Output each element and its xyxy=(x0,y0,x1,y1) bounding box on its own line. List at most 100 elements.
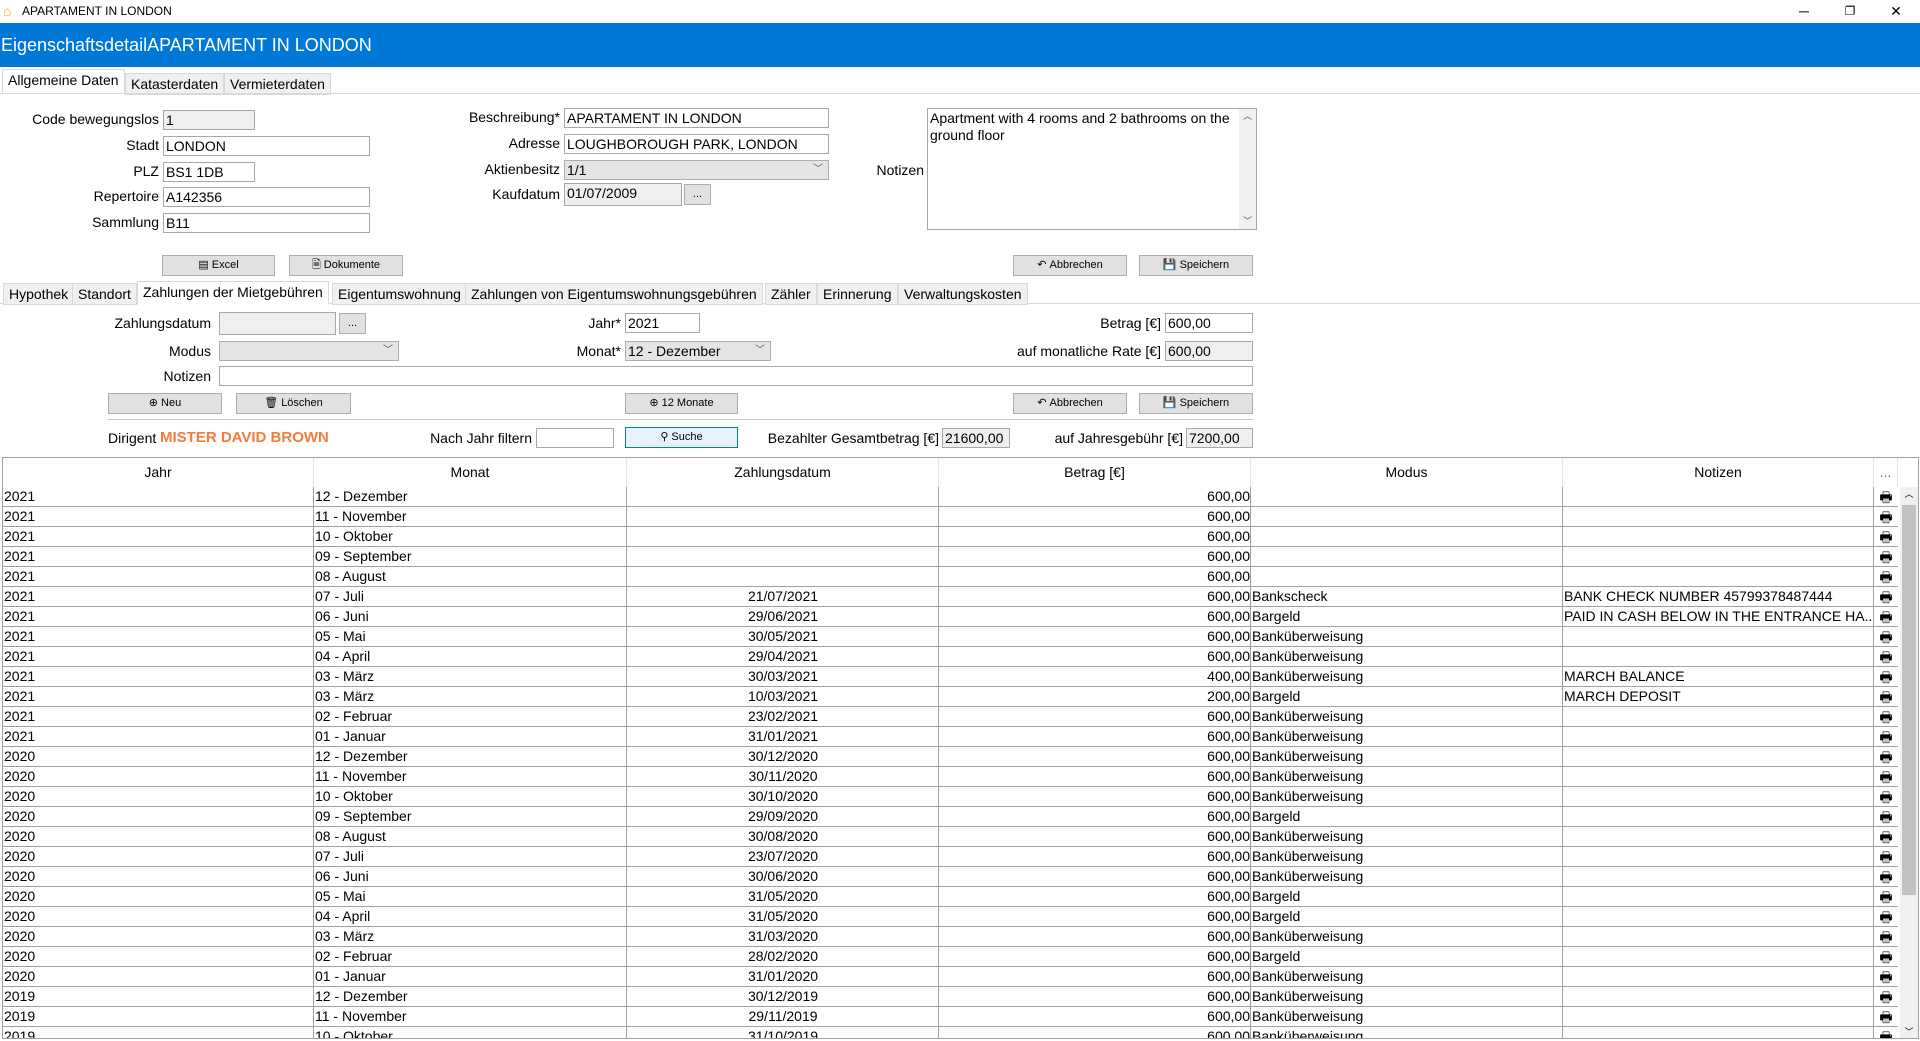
table-row[interactable]: 2021 02 - Februar 23/02/2021 600,00 Banküber… xyxy=(3,707,1898,727)
table-row[interactable]: 2021 10 - Oktober 600,00 🖶 xyxy=(3,527,1898,547)
table-row[interactable]: 2021 03 - März 10/03/2021 200,00 Bargeld MARC… xyxy=(3,687,1898,707)
print-icon[interactable]: 🖶 xyxy=(1874,907,1898,927)
modus-select[interactable]: ﹀ xyxy=(219,341,399,361)
print-icon[interactable]: 🖶 xyxy=(1874,767,1898,787)
column-header-monat[interactable]: Monat xyxy=(314,458,627,487)
print-icon[interactable]: 🖶 xyxy=(1874,1007,1898,1027)
column-header-betrag[interactable]: Betrag [€] xyxy=(939,458,1251,487)
aktienbesitz-select[interactable]: 1/1 ﹀ xyxy=(564,160,829,180)
print-icon[interactable]: 🖶 xyxy=(1874,647,1898,667)
payment-speichern-button[interactable]: 💾 Speichern xyxy=(1139,393,1253,414)
print-icon[interactable]: 🖶 xyxy=(1874,747,1898,767)
close-button[interactable]: ✕ xyxy=(1873,0,1919,23)
column-header-modus[interactable]: Modus xyxy=(1251,458,1563,487)
beschreibung-field[interactable]: APARTAMENT IN LONDON xyxy=(564,108,829,128)
print-icon[interactable]: 🖶 xyxy=(1874,1027,1898,1038)
tab-vermieterdaten[interactable]: Vermieterdaten xyxy=(224,73,331,95)
table-row[interactable]: 2020 11 - November 30/11/2020 600,00 Bankübe… xyxy=(3,767,1898,787)
restore-button[interactable]: ❐ xyxy=(1827,0,1873,23)
print-icon[interactable]: 🖶 xyxy=(1874,867,1898,887)
print-icon[interactable]: 🖶 xyxy=(1874,687,1898,707)
kaufdatum-picker-button[interactable]: ... xyxy=(684,184,711,205)
print-icon[interactable]: 🖶 xyxy=(1874,807,1898,827)
print-icon[interactable]: 🖶 xyxy=(1874,967,1898,987)
monat-select[interactable]: 12 - Dezember ﹀ xyxy=(625,341,771,361)
scrollbar-thumb[interactable] xyxy=(1902,505,1916,895)
loeschen-button[interactable]: 🗑 Löschen xyxy=(236,393,351,414)
print-icon[interactable]: 🖶 xyxy=(1874,607,1898,627)
table-row[interactable]: 2021 12 - Dezember 600,00 🖶 xyxy=(3,487,1898,507)
sammlung-field[interactable]: B11 xyxy=(163,213,370,233)
zahlungsdatum-picker-button[interactable]: ... xyxy=(339,313,366,334)
column-header-notizen[interactable]: Notizen xyxy=(1563,458,1874,487)
table-row[interactable]: 2019 11 - November 29/11/2019 600,00 Bankübe… xyxy=(3,1007,1898,1027)
suche-button[interactable]: ⚲ Suche xyxy=(625,427,738,448)
table-row[interactable]: 2019 10 - Oktober 31/10/2019 600,00 Banküber… xyxy=(3,1027,1893,1038)
abbrechen-button[interactable]: ↶ Abbrechen xyxy=(1013,255,1127,276)
print-icon[interactable]: 🖶 xyxy=(1874,927,1898,947)
table-scrollbar[interactable]: ︿ ﹀ xyxy=(1900,487,1918,1038)
table-row[interactable]: 2021 09 - September 600,00 🖶 xyxy=(3,547,1898,567)
print-icon[interactable]: 🖶 xyxy=(1874,947,1898,967)
tab-standort[interactable]: Standort xyxy=(72,283,137,305)
tab-katasterdaten[interactable]: Katasterdaten xyxy=(125,73,225,95)
table-row[interactable]: 2020 10 - Oktober 30/10/2020 600,00 Banküber… xyxy=(3,787,1898,807)
tab-erinnerung[interactable]: Erinnerung xyxy=(817,283,898,305)
tab-hypothek[interactable]: Hypothek xyxy=(3,283,75,305)
notizen-scrollbar[interactable]: ︿ ﹀ xyxy=(1239,109,1256,229)
print-icon[interactable]: 🖶 xyxy=(1874,707,1898,727)
print-icon[interactable]: 🖶 xyxy=(1874,827,1898,847)
notizen-textarea[interactable]: Apartment with 4 rooms and 2 bathrooms o… xyxy=(927,108,1257,230)
minimize-button[interactable]: ─ xyxy=(1781,0,1827,23)
dokumente-button[interactable]: 🗎 Dokumente xyxy=(289,255,403,276)
tab-zahlungen-mietgebuehren[interactable]: Zahlungen der Mietgebühren xyxy=(137,281,329,305)
table-row[interactable]: 2020 09 - September 29/09/2020 600,00 Bargel… xyxy=(3,807,1898,827)
table-row[interactable]: 2020 08 - August 30/08/2020 600,00 Banküberw… xyxy=(3,827,1898,847)
table-row[interactable]: 2019 12 - Dezember 30/12/2019 600,00 Bankübe… xyxy=(3,987,1898,1007)
payment-abbrechen-button[interactable]: ↶ Abbrechen xyxy=(1013,393,1127,414)
table-row[interactable]: 2020 05 - Mai 31/05/2020 600,00 Bargeld 🖶 xyxy=(3,887,1898,907)
print-icon[interactable]: 🖶 xyxy=(1874,667,1898,687)
table-row[interactable]: 2021 08 - August 600,00 🖶 xyxy=(3,567,1898,587)
filter-year-input[interactable] xyxy=(536,428,614,448)
code-field[interactable]: 1 xyxy=(163,110,255,130)
column-header-jahr[interactable]: Jahr xyxy=(3,458,314,487)
table-row[interactable]: 2020 12 - Dezember 30/12/2020 600,00 Bankübe… xyxy=(3,747,1898,767)
rate-field[interactable]: 600,00 xyxy=(1165,341,1253,361)
zwoelf-monate-button[interactable]: ⊕ 12 Monate xyxy=(625,393,738,414)
table-row[interactable]: 2021 11 - November 600,00 🖶 xyxy=(3,507,1898,527)
column-header-zahlungsdatum[interactable]: Zahlungsdatum xyxy=(627,458,939,487)
column-header-more[interactable]: ... xyxy=(1874,458,1898,487)
print-icon[interactable]: 🖶 xyxy=(1874,847,1898,867)
table-row[interactable]: 2020 07 - Juli 23/07/2020 600,00 Banküberwei… xyxy=(3,847,1898,867)
stadt-field[interactable]: LONDON xyxy=(163,136,370,156)
repertoire-field[interactable]: A142356 xyxy=(163,187,370,207)
zahlungsdatum-field[interactable] xyxy=(219,312,336,335)
tab-eigentumswohnung[interactable]: Eigentumswohnung xyxy=(332,283,467,305)
table-row[interactable]: 2021 06 - Juni 29/06/2021 600,00 Bargeld PAID… xyxy=(3,607,1898,627)
print-icon[interactable]: 🖶 xyxy=(1874,787,1898,807)
table-row[interactable]: 2021 07 - Juli 21/07/2021 600,00 Bankscheck B… xyxy=(3,587,1898,607)
print-icon[interactable]: 🖶 xyxy=(1874,627,1898,647)
print-icon[interactable]: 🖶 xyxy=(1874,727,1898,747)
print-icon[interactable]: 🖶 xyxy=(1874,527,1898,547)
print-icon[interactable]: 🖶 xyxy=(1874,567,1898,587)
table-row[interactable]: 2020 01 - Januar 31/01/2020 600,00 Banküberw… xyxy=(3,967,1898,987)
print-icon[interactable]: 🖶 xyxy=(1874,587,1898,607)
table-row[interactable]: 2021 03 - März 30/03/2021 400,00 Banküberwei… xyxy=(3,667,1898,687)
print-icon[interactable]: 🖶 xyxy=(1874,507,1898,527)
payment-notizen-field[interactable] xyxy=(219,366,1253,386)
table-row[interactable]: 2020 02 - Februar 28/02/2020 600,00 Bargeld 🖶 xyxy=(3,947,1898,967)
print-icon[interactable]: 🖶 xyxy=(1874,987,1898,1007)
tab-zahlungen-eigentumswohnungsgebuehren[interactable]: Zahlungen von Eigentumswohnungsgebühren xyxy=(465,283,763,305)
table-row[interactable]: 2021 05 - Mai 30/05/2021 600,00 Banküberweis… xyxy=(3,627,1898,647)
speichern-button[interactable]: 💾 Speichern xyxy=(1139,255,1253,276)
betrag-field[interactable]: 600,00 xyxy=(1165,313,1253,333)
neu-button[interactable]: ⊕ Neu xyxy=(108,393,222,414)
tab-zaehler[interactable]: Zähler xyxy=(765,283,817,305)
print-icon[interactable]: 🖶 xyxy=(1874,887,1898,907)
excel-button[interactable]: ▤ Excel xyxy=(162,255,275,276)
table-row[interactable]: 2020 03 - März 31/03/2020 600,00 Banküberwei… xyxy=(3,927,1898,947)
jahr-field[interactable]: 2021 xyxy=(625,313,700,333)
adresse-field[interactable]: LOUGHBOROUGH PARK, LONDON xyxy=(564,134,829,154)
